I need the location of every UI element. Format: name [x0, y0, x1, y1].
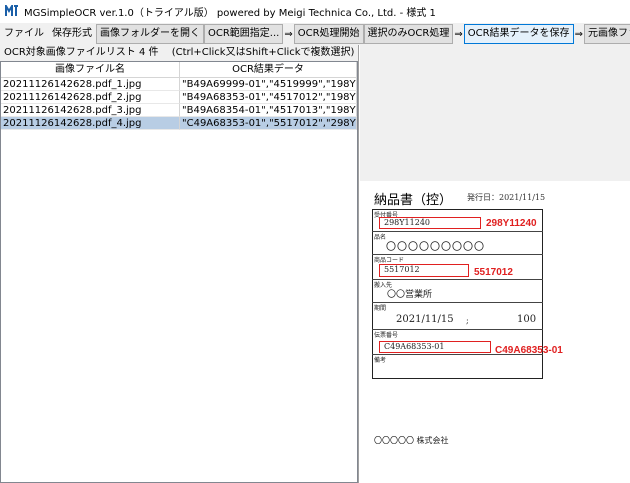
title-bar: MGSimpleOCR ver.1.0（トライアル版） powered by M…: [0, 0, 630, 22]
filename-cell: 20211126142628.pdf_2.jpg: [1, 91, 180, 104]
scanned-text: C49A68353-01: [384, 342, 445, 351]
field-label: 期間: [374, 305, 387, 312]
field-label: 伝票番号: [374, 332, 399, 339]
form-divider: [372, 279, 543, 280]
menu-save-format[interactable]: 保存形式: [48, 24, 96, 44]
ocr-result-label: 5517012: [474, 267, 513, 278]
menu-file[interactable]: ファイル: [0, 24, 48, 44]
ocr-range-button[interactable]: OCR範囲指定...: [204, 24, 284, 44]
document-title: 納品書（控）: [374, 193, 453, 208]
table-row[interactable]: 20211126142628.pdf_1.jpg "B49A69999-01","…: [1, 78, 357, 91]
table-body: 20211126142628.pdf_1.jpg "B49A69999-01","…: [1, 78, 357, 130]
form-divider: [372, 302, 543, 303]
column-header-filename[interactable]: 画像ファイル名: [1, 62, 180, 77]
filename-cell: 20211126142628.pdf_1.jpg: [1, 78, 180, 91]
arrow-icon: ⇒: [454, 28, 463, 40]
ocr-data-cell: "B49A69999-01","4519999","198Y999...: [180, 78, 357, 91]
app-logo-icon: [5, 4, 19, 18]
product-name-value: 〇〇〇〇〇〇〇〇〇: [386, 242, 485, 253]
document-preview: 納品書（控） 発行日：2021/11/15 受付番号 品名 商品コード 搬入先 …: [360, 181, 630, 483]
field-label: 品名: [374, 234, 387, 241]
file-list-header: OCR対象画像ファイルリスト 4 件 (Ctrl+Click又はShift+Cl…: [4, 47, 355, 58]
scanned-text: 5517012: [384, 265, 420, 274]
form-divider: [372, 231, 543, 232]
table-row[interactable]: 20211126142628.pdf_4.jpg "C49A68353-01","…: [1, 117, 357, 130]
filename-cell: 20211126142628.pdf_4.jpg: [1, 117, 180, 130]
table-header: 画像ファイル名 OCR結果データ: [1, 62, 357, 78]
preview-background: [360, 45, 630, 181]
filename-cell: 20211126142628.pdf_3.jpg: [1, 104, 180, 117]
ocr-selected-button[interactable]: 選択のみOCR処理: [363, 24, 454, 44]
window-title: MGSimpleOCR ver.1.0（トライアル版） powered by M…: [24, 7, 436, 19]
save-result-button[interactable]: OCR結果データを保存: [463, 24, 574, 44]
field-label: 備考: [374, 357, 387, 364]
scanned-text: 298Y11240: [384, 218, 430, 227]
ocr-data-cell: "B49A68354-01","4517013","198Y112...: [180, 104, 357, 117]
arrow-icon: ⇒: [574, 28, 583, 40]
ocr-result-label: C49A68353-01: [495, 345, 563, 356]
toolbar: ファイル 保存形式 画像フォルダーを開く OCR範囲指定... ⇒ OCR処理開…: [0, 23, 630, 45]
table-row[interactable]: 20211126142628.pdf_3.jpg "B49A68354-01","…: [1, 104, 357, 117]
document-issue-date: 発行日：2021/11/15: [467, 193, 546, 202]
quantity-value: 100: [517, 314, 537, 325]
document-footer: 〇〇〇〇〇 株式会社: [374, 436, 449, 445]
file-list-panel: OCR対象画像ファイルリスト 4 件 (Ctrl+Click又はShift+Cl…: [0, 45, 359, 483]
open-image-folder-button[interactable]: 画像フォルダーを開く: [96, 24, 204, 44]
arrow-icon: ⇒: [284, 28, 293, 40]
preview-panel: 納品書（控） 発行日：2021/11/15 受付番号 品名 商品コード 搬入先 …: [360, 45, 630, 483]
column-header-ocr-data[interactable]: OCR結果データ: [180, 62, 357, 77]
separator-text: ;: [466, 316, 469, 325]
ocr-result-label: 298Y11240: [486, 218, 537, 229]
ocr-data-cell: "C49A68353-01","5517012","298Y112...: [180, 117, 357, 130]
table-row[interactable]: 20211126142628.pdf_2.jpg "B49A68353-01","…: [1, 91, 357, 104]
destination-value: 〇〇営業所: [387, 290, 433, 300]
date-value: 2021/11/15: [396, 314, 454, 325]
restore-image-button[interactable]: 元画像ファイルを: [583, 24, 630, 44]
ocr-data-cell: "B49A68353-01","4517012","198Y112...: [180, 91, 357, 104]
field-label: 商品コード: [374, 257, 405, 264]
ocr-start-button[interactable]: OCR処理開始: [293, 24, 364, 44]
file-table[interactable]: 画像ファイル名 OCR結果データ 20211126142628.pdf_1.jp…: [0, 61, 358, 483]
